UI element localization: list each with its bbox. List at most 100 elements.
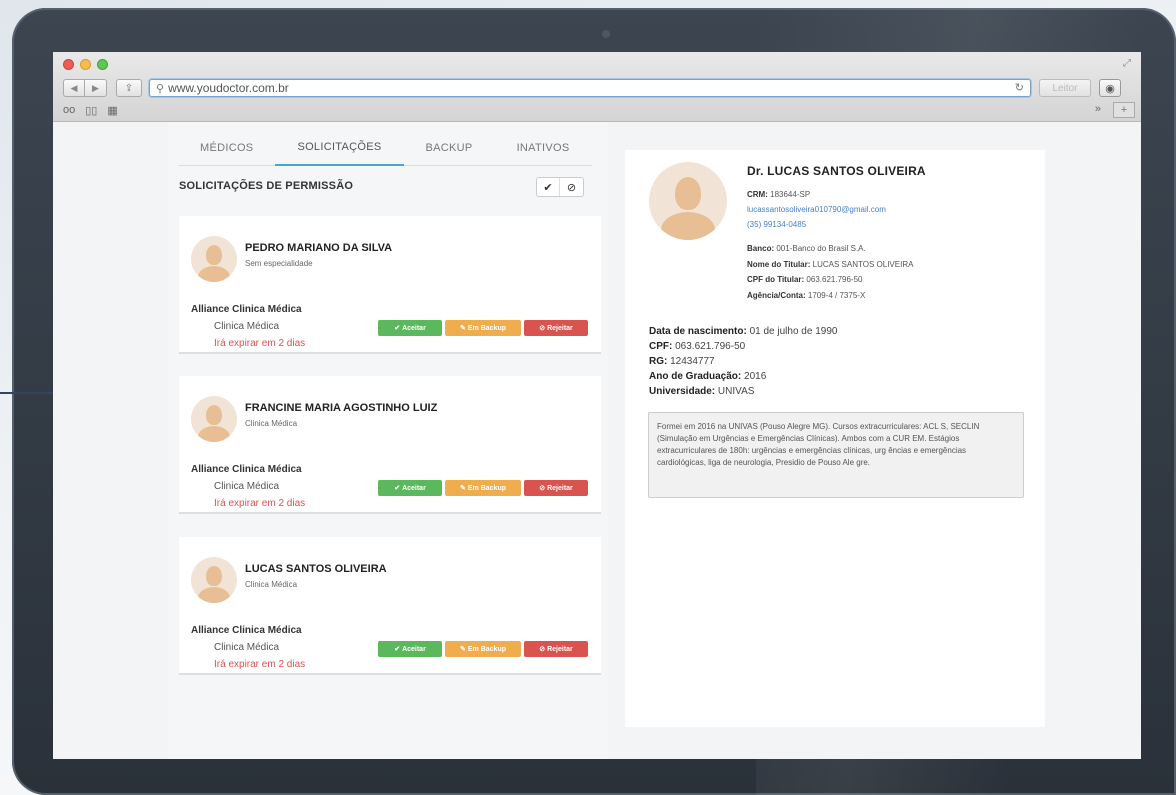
detail-holder: Nome do Titular: LUCAS SANTOS OLIVEIRA xyxy=(747,260,914,269)
backup-label: Em Backup xyxy=(467,324,506,332)
detail-university: Universidade: UNIVAS xyxy=(649,386,755,397)
accept-label: Aceitar xyxy=(402,484,426,492)
doctor-detail-panel: Dr. LUCAS SANTOS OLIVEIRA CRM: 183644-SP… xyxy=(625,150,1045,727)
card-actions: ✔ Aceitar ✎ Em Backup ⊘ Rejeitar xyxy=(378,641,588,657)
section-title: SOLICITAÇÕES DE PERMISSÃO xyxy=(179,180,354,192)
forward-button[interactable]: ▶ xyxy=(85,79,107,97)
accept-label: Aceitar xyxy=(402,324,426,332)
backup-button[interactable]: ✎ Em Backup xyxy=(445,641,521,657)
edit-icon: ✎ xyxy=(460,325,466,332)
ban-icon: ⊘ xyxy=(539,325,546,332)
browser-chrome: ⤢ ◀ ▶ ⇪ ⚲ www.youdoctor.com.br ↻ Leitor … xyxy=(53,52,1141,122)
accept-button[interactable]: ✔ Aceitar xyxy=(378,641,442,657)
request-card[interactable]: FRANCINE MARIA AGOSTINHO LUIZ Clinica Mé… xyxy=(179,376,601,514)
downloads-button[interactable]: ◉ xyxy=(1099,79,1121,97)
filter-accepted-check-icon[interactable]: ✔ xyxy=(537,178,560,196)
tab-solicitacoes[interactable]: Solicitações xyxy=(275,130,404,166)
doctor-name: LUCAS SANTOS OLIVEIRA xyxy=(245,563,387,575)
doctor-specialty: Clinica Médica xyxy=(245,419,298,428)
card-actions: ✔ Aceitar ✎ Em Backup ⊘ Rejeitar xyxy=(378,480,588,496)
detail-bank: Banco: 001-Banco do Brasil S.A. xyxy=(747,244,866,253)
reject-button[interactable]: ⊘ Rejeitar xyxy=(524,320,588,336)
request-card[interactable]: PEDRO MARIANO DA SILVA Sem especialidade… xyxy=(179,216,601,354)
edit-icon: ✎ xyxy=(460,646,466,653)
reject-label: Rejeitar xyxy=(547,324,573,332)
reload-icon[interactable]: ↻ xyxy=(1015,81,1024,94)
backup-button[interactable]: ✎ Em Backup xyxy=(445,320,521,336)
doctor-specialty: Clinica Médica xyxy=(245,580,298,589)
top-sites-icon[interactable]: ▦ xyxy=(107,104,117,117)
screen: ⤢ ◀ ▶ ⇪ ⚲ www.youdoctor.com.br ↻ Leitor … xyxy=(53,52,1141,759)
doctor-specialty: Sem especialidade xyxy=(245,259,313,268)
reject-label: Rejeitar xyxy=(547,645,573,653)
clinic-type: Clinica Médica xyxy=(214,481,280,492)
clinic-name: Alliance Clinica Médica xyxy=(191,304,302,315)
clinic-type: Clinica Médica xyxy=(214,321,280,332)
close-window-button[interactable] xyxy=(63,59,74,70)
more-tabs-icon[interactable]: » xyxy=(1095,103,1101,115)
ban-icon: ⊘ xyxy=(539,646,546,653)
tab-backup[interactable]: Backup xyxy=(403,130,495,166)
new-tab-button[interactable]: + xyxy=(1113,102,1135,118)
detail-bio: Formei em 2016 na UNIVAS (Pouso Alegre M… xyxy=(648,412,1024,498)
backup-label: Em Backup xyxy=(467,484,506,492)
url-text: www.youdoctor.com.br xyxy=(168,81,289,95)
detail-email[interactable]: lucassantosoliveira010790@gmail.com xyxy=(747,205,886,214)
bookmarks-bar: oo ▯▯ ▦ xyxy=(63,104,118,117)
back-button[interactable]: ◀ xyxy=(63,79,85,97)
doctor-name: FRANCINE MARIA AGOSTINHO LUIZ xyxy=(245,402,438,414)
tab-inativos[interactable]: Inativos xyxy=(494,130,592,166)
check-icon: ✔ xyxy=(394,646,401,653)
expire-notice: Irá expirar em 2 dias xyxy=(214,659,306,670)
clinic-name: Alliance Clinica Médica xyxy=(191,625,302,636)
accept-label: Aceitar xyxy=(402,645,426,653)
reader-button[interactable]: Leitor xyxy=(1039,79,1091,97)
expire-notice: Irá expirar em 2 dias xyxy=(214,498,306,509)
request-card[interactable]: LUCAS SANTOS OLIVEIRA Clinica Médica All… xyxy=(179,537,601,675)
filter-toggle: ✔ ⊘ xyxy=(536,177,584,197)
backup-button[interactable]: ✎ Em Backup xyxy=(445,480,521,496)
expire-notice: Irá expirar em 2 dias xyxy=(214,338,306,349)
avatar xyxy=(191,396,237,442)
detail-crm: CRM: 183644-SP xyxy=(747,190,811,199)
app-content: Médicos Solicitações Backup Inativos SOL… xyxy=(53,122,1141,759)
check-icon: ✔ xyxy=(394,485,401,492)
detail-phone[interactable]: (35) 99134-0485 xyxy=(747,220,806,229)
reject-button[interactable]: ⊘ Rejeitar xyxy=(524,641,588,657)
doctor-name: PEDRO MARIANO DA SILVA xyxy=(245,242,393,254)
zoom-window-button[interactable] xyxy=(97,59,108,70)
detail-birth: Data de nascimento: 01 de julho de 1990 xyxy=(649,326,838,337)
reject-label: Rejeitar xyxy=(547,484,573,492)
search-icon: ⚲ xyxy=(156,82,165,95)
accept-button[interactable]: ✔ Aceitar xyxy=(378,480,442,496)
detail-avatar xyxy=(649,162,727,240)
clinic-name: Alliance Clinica Médica xyxy=(191,464,302,475)
camera xyxy=(602,30,610,38)
detail-account: Agência/Conta: 1709-4 / 7375-X xyxy=(747,291,866,300)
check-icon: ✔ xyxy=(394,325,401,332)
history-nav: ◀ ▶ xyxy=(63,79,107,97)
ban-icon: ⊘ xyxy=(539,485,546,492)
address-bar[interactable]: ⚲ www.youdoctor.com.br ↻ xyxy=(149,79,1031,97)
reject-button[interactable]: ⊘ Rejeitar xyxy=(524,480,588,496)
window-controls xyxy=(63,59,108,70)
share-button[interactable]: ⇪ xyxy=(116,79,142,97)
tab-medicos[interactable]: Médicos xyxy=(178,130,276,166)
detail-rg: RG: 12434777 xyxy=(649,356,715,367)
avatar xyxy=(191,557,237,603)
clinic-type: Clinica Médica xyxy=(214,642,280,653)
bookmarks-icon[interactable]: ▯▯ xyxy=(85,104,97,117)
main-tabs: Médicos Solicitações Backup Inativos xyxy=(178,130,592,166)
edit-icon: ✎ xyxy=(460,485,466,492)
detail-name: Dr. LUCAS SANTOS OLIVEIRA xyxy=(747,164,926,178)
detail-cpf: CPF: 063.621.796-50 xyxy=(649,341,746,352)
fullscreen-icon[interactable]: ⤢ xyxy=(1123,58,1131,69)
card-actions: ✔ Aceitar ✎ Em Backup ⊘ Rejeitar xyxy=(378,320,588,336)
minimize-window-button[interactable] xyxy=(80,59,91,70)
filter-rejected-ban-icon[interactable]: ⊘ xyxy=(560,178,583,196)
detail-graduation: Ano de Graduação: 2016 xyxy=(649,371,767,382)
accept-button[interactable]: ✔ Aceitar xyxy=(378,320,442,336)
reading-list-icon[interactable]: oo xyxy=(63,104,75,117)
backup-label: Em Backup xyxy=(467,645,506,653)
detail-holder-cpf: CPF do Titular: 063.621.796-50 xyxy=(747,275,863,284)
